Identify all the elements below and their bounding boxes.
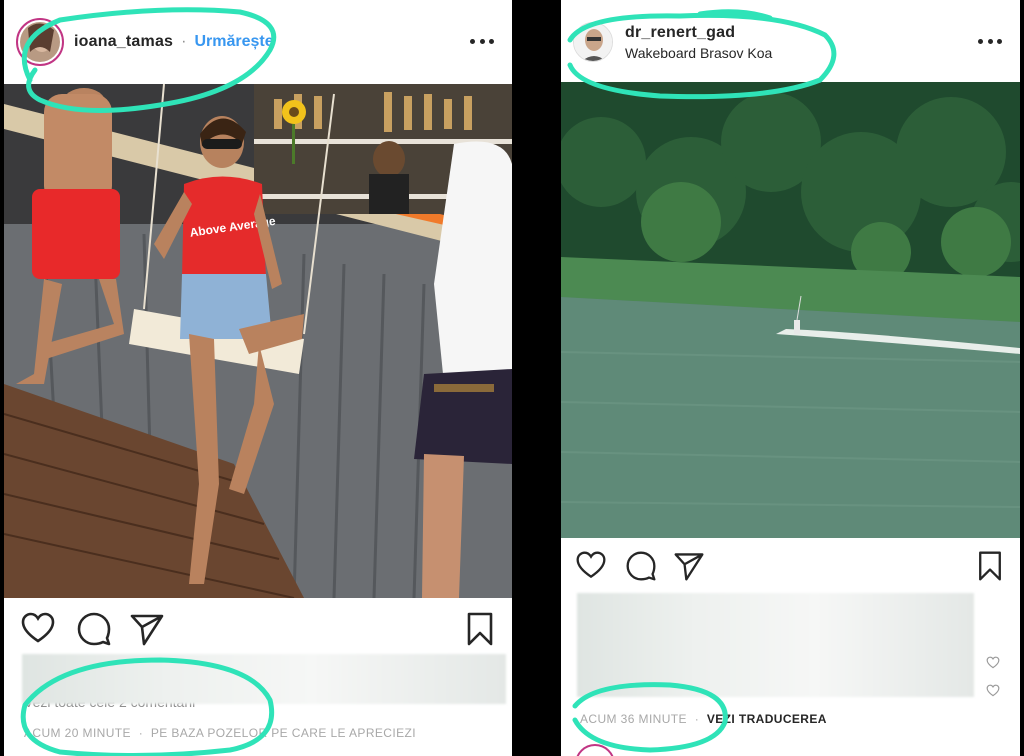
meta-separator: · bbox=[694, 712, 700, 726]
next-post-avatar[interactable] bbox=[575, 744, 615, 756]
meta-separator: · bbox=[138, 726, 144, 740]
share-icon[interactable] bbox=[129, 611, 165, 647]
bookmark-icon[interactable] bbox=[974, 550, 1006, 582]
see-translation-link[interactable]: VEZI TRADUCEREA bbox=[707, 712, 827, 726]
post-header: dr_renert_gad Wakeboard Brasov Koa bbox=[561, 0, 1020, 84]
more-icon[interactable] bbox=[470, 36, 494, 46]
comment-icon[interactable] bbox=[76, 611, 112, 647]
share-icon[interactable] bbox=[673, 550, 705, 582]
avatar[interactable] bbox=[16, 18, 64, 66]
post-header: ioana_tamas · Urmărește bbox=[4, 0, 512, 84]
more-icon[interactable] bbox=[978, 36, 1002, 46]
comment-like-icon[interactable] bbox=[986, 684, 1000, 698]
heart-icon[interactable] bbox=[575, 550, 607, 582]
action-bar bbox=[561, 550, 1020, 590]
post-left: ioana_tamas · Urmărește Above Average AC… bbox=[4, 0, 512, 756]
comment-like-icon[interactable] bbox=[986, 656, 1000, 670]
action-bar bbox=[4, 611, 512, 651]
post-meta: ACUM 36 MINUTE · VEZI TRADUCEREA bbox=[580, 712, 827, 726]
timestamp: ACUM 20 MINUTE bbox=[24, 726, 131, 740]
avatar[interactable] bbox=[573, 22, 613, 62]
location-link[interactable]: Wakeboard Brasov Koa bbox=[625, 45, 772, 61]
follow-button[interactable]: Urmărește bbox=[194, 33, 273, 51]
redacted-caption bbox=[577, 593, 974, 697]
post-photo[interactable]: Above Average bbox=[4, 84, 512, 598]
comment-icon[interactable] bbox=[625, 550, 657, 582]
username[interactable]: dr_renert_gad bbox=[625, 24, 772, 42]
username[interactable]: ioana_tamas bbox=[74, 33, 173, 51]
suggestion-note: PE BAZA POZELOR PE CARE LE APRECIEZI bbox=[150, 726, 416, 740]
post-photo[interactable] bbox=[561, 82, 1020, 538]
bookmark-icon[interactable] bbox=[462, 611, 498, 647]
avatar-image bbox=[574, 23, 612, 61]
redacted-caption bbox=[22, 654, 506, 704]
heart-icon[interactable] bbox=[20, 611, 56, 647]
post-meta: ACUM 20 MINUTE · PE BAZA POZELOR PE CARE… bbox=[24, 726, 416, 740]
post-right: dr_renert_gad Wakeboard Brasov Koa ACUM … bbox=[561, 0, 1020, 756]
avatar-image bbox=[20, 22, 60, 62]
separator: · bbox=[181, 33, 187, 50]
timestamp: ACUM 36 MINUTE bbox=[580, 712, 687, 726]
